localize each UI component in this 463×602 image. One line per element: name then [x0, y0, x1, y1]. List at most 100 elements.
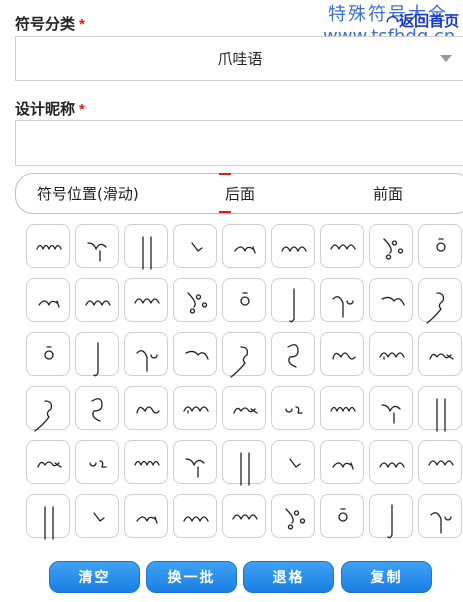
javanese-ca-icon — [44, 346, 54, 360]
symbol-cell[interactable] — [320, 386, 364, 430]
symbol-cell[interactable] — [124, 386, 168, 430]
symbol-cell[interactable] — [75, 224, 119, 268]
backspace-button[interactable]: 退格 — [243, 561, 334, 593]
symbol-cell[interactable] — [320, 224, 364, 268]
symbol-cell[interactable] — [418, 494, 462, 538]
symbol-cell[interactable] — [173, 332, 217, 376]
symbol-cell[interactable] — [173, 224, 217, 268]
javanese-ja-icon — [383, 238, 404, 260]
symbol-cell[interactable] — [418, 332, 462, 376]
symbol-cell[interactable] — [222, 494, 266, 538]
symbol-cell[interactable] — [418, 440, 462, 484]
javanese-ga-murda-icon — [436, 398, 446, 432]
javanese-ba-icon — [34, 400, 53, 432]
symbol-cell[interactable] — [418, 278, 462, 324]
symbol-cell[interactable] — [75, 386, 119, 430]
symbol-cell[interactable] — [271, 386, 315, 430]
symbol-cell[interactable] — [271, 224, 315, 268]
javanese-la-icon — [426, 292, 445, 324]
symbol-cell[interactable] — [320, 332, 364, 376]
symbol-cell[interactable] — [173, 494, 217, 538]
symbol-cell[interactable] — [222, 278, 266, 322]
copy-button[interactable]: 复制 — [341, 561, 432, 593]
javanese-ra-icon — [93, 342, 99, 377]
symbol-cell[interactable] — [320, 440, 364, 484]
symbol-cell[interactable] — [369, 224, 413, 268]
javanese-zero-icon — [332, 352, 356, 360]
symbol-cell[interactable] — [369, 278, 413, 322]
symbol-cell[interactable] — [222, 224, 266, 268]
symbol-cell[interactable] — [124, 224, 168, 270]
symbol-cell[interactable] — [173, 440, 217, 484]
javanese-cakra-icon — [187, 292, 208, 314]
javanese-taling-icon — [285, 406, 303, 414]
symbol-cell[interactable] — [418, 386, 462, 432]
javanese-tha-icon — [381, 404, 401, 424]
javanese-pada-icon — [183, 516, 209, 522]
javanese-dha-pasangan-icon — [338, 508, 348, 522]
javanese-nya-icon — [429, 353, 454, 360]
javanese-ba-alt-icon — [136, 516, 158, 524]
javanese-pangrangkep-icon — [91, 398, 103, 422]
javanese-nol-icon — [428, 460, 454, 466]
symbol-cell[interactable] — [26, 332, 70, 376]
symbol-cell[interactable] — [26, 494, 70, 540]
javanese-suku-icon — [38, 300, 60, 308]
symbol-cell[interactable] — [369, 386, 413, 430]
javanese-layar-icon — [430, 512, 452, 534]
symbol-cell[interactable] — [26, 278, 70, 322]
symbol-cell[interactable] — [26, 440, 70, 484]
javanese-tarung-icon — [289, 288, 295, 323]
javanese-pa-ligature-icon — [332, 462, 354, 470]
clear-button[interactable]: 清空 — [49, 561, 140, 593]
javanese-pasangan-icon — [185, 350, 209, 360]
symbol-cell[interactable] — [222, 440, 266, 486]
symbol-cell[interactable] — [75, 494, 119, 538]
symbol-cell[interactable] — [124, 494, 168, 538]
javanese-lingsa-icon — [89, 460, 107, 468]
symbol-cell[interactable] — [26, 224, 70, 268]
javanese-pangkon-icon — [87, 242, 107, 262]
symbol-cell[interactable] — [75, 332, 119, 377]
javanese-pengkal-icon — [134, 298, 160, 304]
symbol-cell[interactable] — [222, 386, 266, 430]
symbol-cell[interactable] — [271, 332, 315, 376]
javanese-ba-murda-icon — [183, 406, 209, 414]
symbol-cell[interactable] — [173, 278, 217, 322]
symbol-cell[interactable] — [26, 386, 70, 432]
symbol-cell[interactable] — [124, 440, 168, 484]
javanese-ka-murda-icon — [289, 458, 301, 468]
javanese-nga-icon — [136, 406, 160, 414]
symbol-cell[interactable] — [75, 440, 119, 484]
symbol-cell[interactable] — [124, 332, 168, 376]
javanese-cecak-telu-icon — [142, 236, 152, 270]
symbol-cell[interactable] — [222, 332, 266, 378]
symbol-cell[interactable] — [369, 494, 413, 539]
swap-batch-button[interactable]: 换一批 — [146, 561, 237, 593]
symbol-cell[interactable] — [271, 278, 315, 323]
symbol-cell[interactable] — [124, 278, 168, 322]
javanese-sa-pasangan-icon — [285, 508, 306, 530]
javanese-ka-pasangan-icon — [93, 512, 105, 522]
javanese-ha-alt-icon — [240, 452, 250, 486]
symbol-cell[interactable] — [271, 440, 315, 484]
javanese-ja-ligature-icon — [185, 458, 205, 478]
symbol-cell[interactable] — [418, 224, 462, 268]
javanese-na-murda-icon — [379, 462, 405, 468]
symbol-cell[interactable] — [271, 494, 315, 538]
javanese-ta-icon — [281, 246, 307, 252]
javanese-ya-icon — [436, 238, 446, 252]
symbol-cell[interactable] — [75, 278, 119, 322]
javanese-ha-icon — [379, 352, 405, 360]
javanese-wa-icon — [381, 296, 405, 306]
symbol-cell[interactable] — [173, 386, 217, 430]
symbol-cell[interactable] — [369, 332, 413, 376]
javanese-cecak-icon — [330, 406, 356, 412]
symbol-cell[interactable] — [320, 278, 364, 322]
javanese-ga-icon — [85, 300, 111, 306]
symbol-cell[interactable] — [320, 494, 364, 538]
javanese-wulu-icon — [191, 242, 203, 252]
symbol-cell[interactable] — [369, 440, 413, 484]
javanese-ta-murda-icon — [232, 514, 258, 520]
javanese-na-icon — [332, 296, 354, 318]
